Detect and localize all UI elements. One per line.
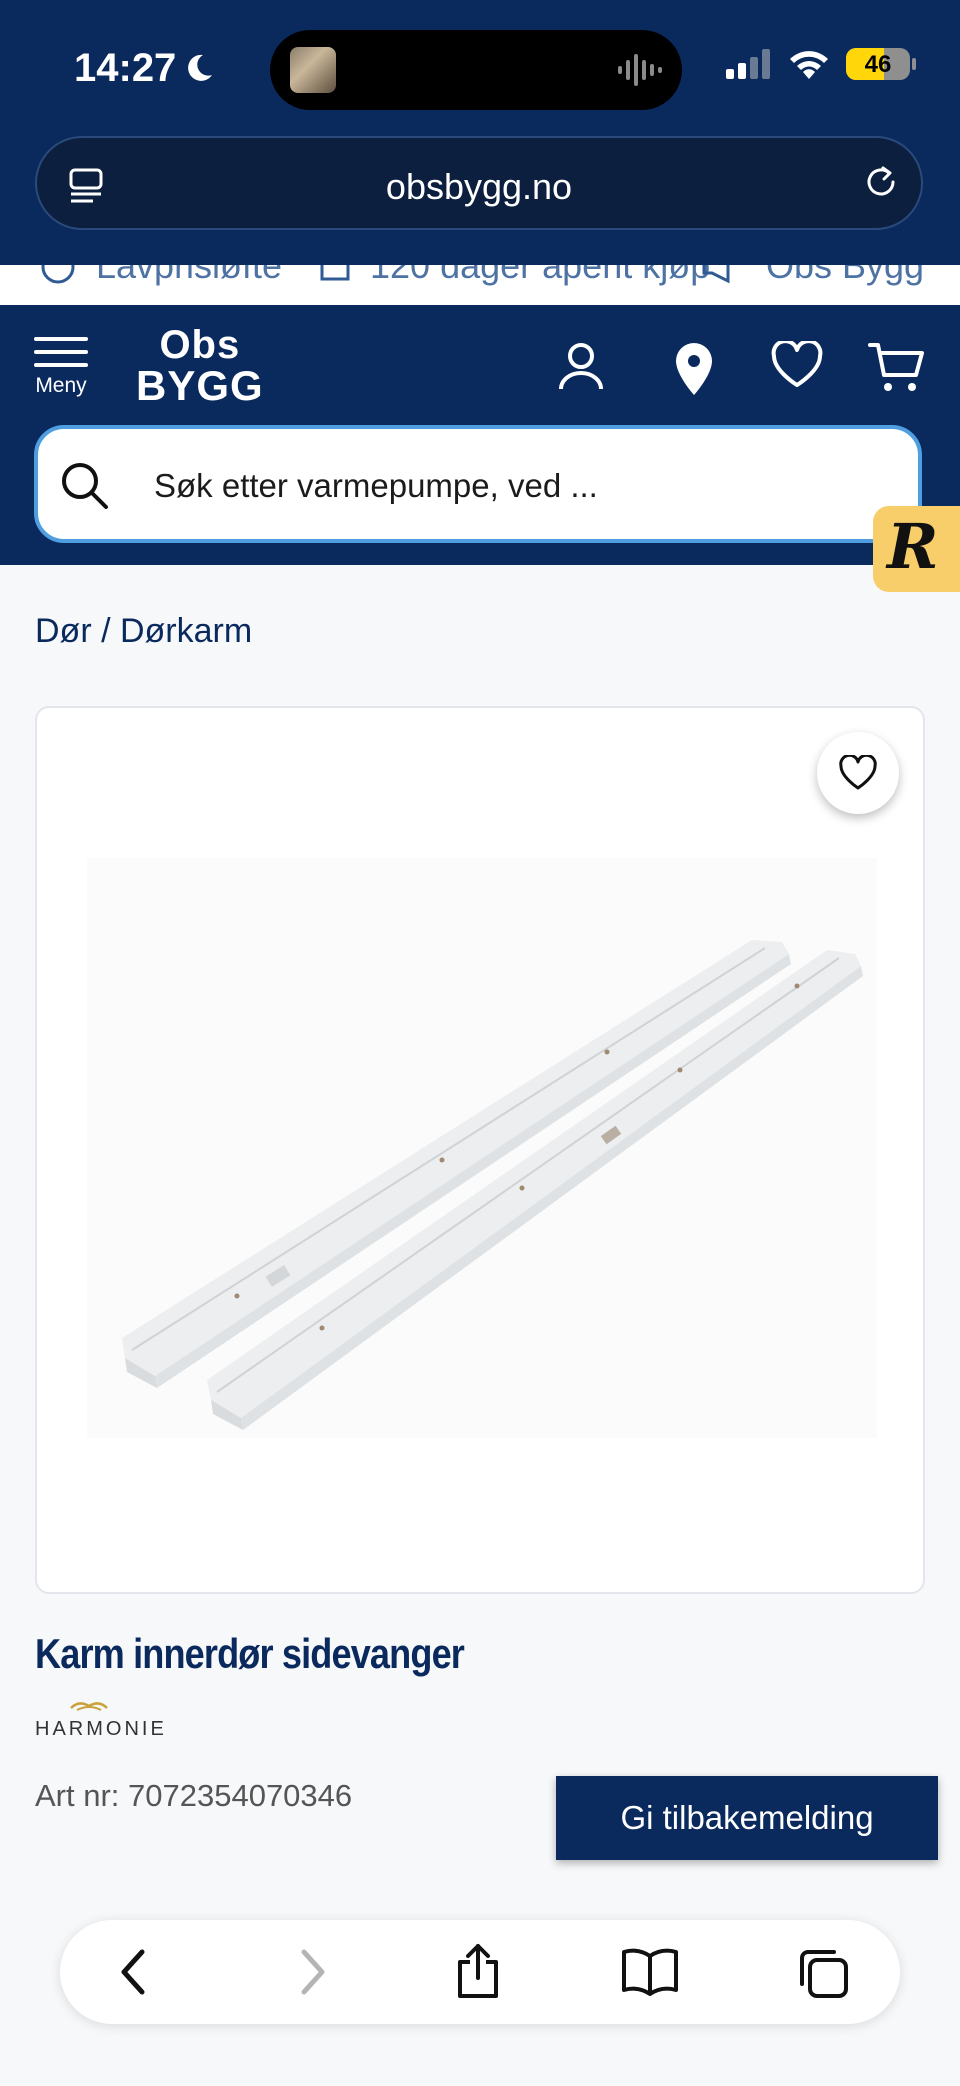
moon-icon (188, 54, 212, 81)
feedback-label: Gi tilbakemelding (620, 1799, 874, 1836)
feedback-button[interactable]: Gi tilbakemelding (556, 1776, 938, 1860)
megaphone-icon (702, 265, 730, 284)
search-placeholder: Søk etter varmepumpe, ved ... (154, 467, 598, 504)
brand-name: HARMONIE (35, 1718, 167, 1740)
add-to-favorites-button[interactable] (817, 732, 899, 814)
battery-indicator: 46 (846, 48, 916, 80)
signal-icon (726, 49, 770, 79)
hamburger-icon (28, 337, 94, 367)
store-location-icon[interactable] (672, 341, 716, 397)
usp-item: Lavprisløfte (96, 265, 283, 286)
favorites-icon[interactable] (770, 341, 824, 389)
heart-icon (839, 755, 877, 790)
search-input[interactable]: Søk etter varmepumpe, ved ... (34, 425, 922, 543)
obs-bygg-logo[interactable]: Obs BYGG (136, 325, 264, 407)
status-time: 14:27 (74, 46, 177, 90)
price-promise-icon (41, 265, 75, 284)
menu-button[interactable]: Meny (28, 337, 94, 398)
share-icon[interactable] (452, 1942, 504, 2000)
product-image (87, 858, 877, 1438)
now-playing-thumbnail (290, 47, 336, 93)
address-bar[interactable]: obsbygg.no (35, 136, 923, 230)
back-icon[interactable] (110, 1946, 160, 1998)
bookmarks-icon[interactable] (620, 1946, 680, 1996)
browser-toolbar (60, 1920, 900, 2024)
browser-chrome: obsbygg.no (0, 130, 960, 265)
url-text: obsbygg.no (385, 166, 573, 207)
breadcrumb[interactable]: Dør / Dørkarm (35, 612, 252, 651)
forward-icon[interactable] (286, 1946, 336, 1998)
brand-logo[interactable]: HARMONIE (35, 1700, 167, 1741)
chat-widget-button[interactable]: R (873, 506, 960, 592)
search-icon (62, 463, 108, 509)
return-icon (320, 265, 350, 281)
chat-widget-logo: R (887, 510, 939, 583)
product-title: Karm innerdør sidevanger (35, 1630, 465, 1677)
brand-mark-icon (70, 1702, 108, 1711)
usp-strip: Lavprisløfte 120 dager åpent kjøp Obs By… (0, 265, 960, 305)
site-header: Meny Obs BYGG Søk etter varmepumpe, ved … (0, 305, 960, 565)
wifi-icon (790, 51, 828, 79)
reload-icon[interactable] (861, 162, 901, 202)
cart-icon[interactable] (868, 341, 926, 395)
product-image-card[interactable] (35, 706, 925, 1594)
article-number: Art nr: 7072354070346 (35, 1778, 353, 1813)
user-icon[interactable] (556, 341, 606, 393)
usp-item: Obs Bygg (766, 265, 925, 286)
logo-line-1: Obs (159, 323, 241, 367)
audio-wave-icon (618, 54, 662, 86)
tabs-icon[interactable] (796, 1946, 852, 2000)
usp-item: 120 dager åpent kjøp (370, 265, 711, 286)
logo-line-2: BYGG (136, 362, 264, 409)
dynamic-island (270, 30, 682, 110)
status-bar: 14:27 46 (0, 0, 960, 130)
menu-label: Meny (35, 374, 87, 397)
battery-level: 46 (864, 51, 892, 78)
